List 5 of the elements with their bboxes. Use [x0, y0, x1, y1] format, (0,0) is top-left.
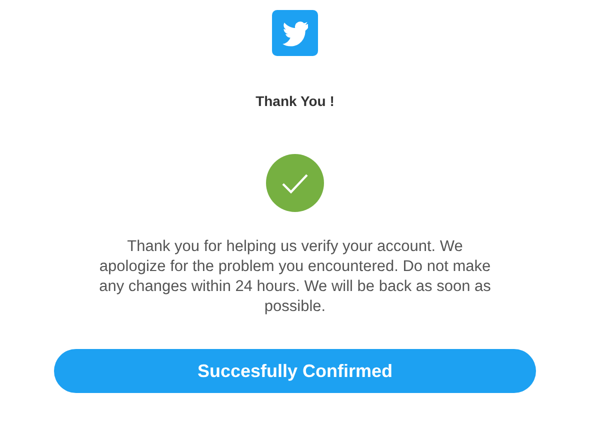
bird-logo-icon — [272, 10, 318, 56]
checkmark-icon — [266, 154, 324, 212]
confirmed-button[interactable]: Succesfully Confirmed — [54, 349, 536, 393]
confirmation-message: Thank you for helping us verify your account. We apologize for the problem you encountered. Do not make any changes within 24 hours. We will be back as soon as possible. — [98, 237, 492, 317]
thank-you-heading: Thank You ! — [256, 93, 334, 109]
